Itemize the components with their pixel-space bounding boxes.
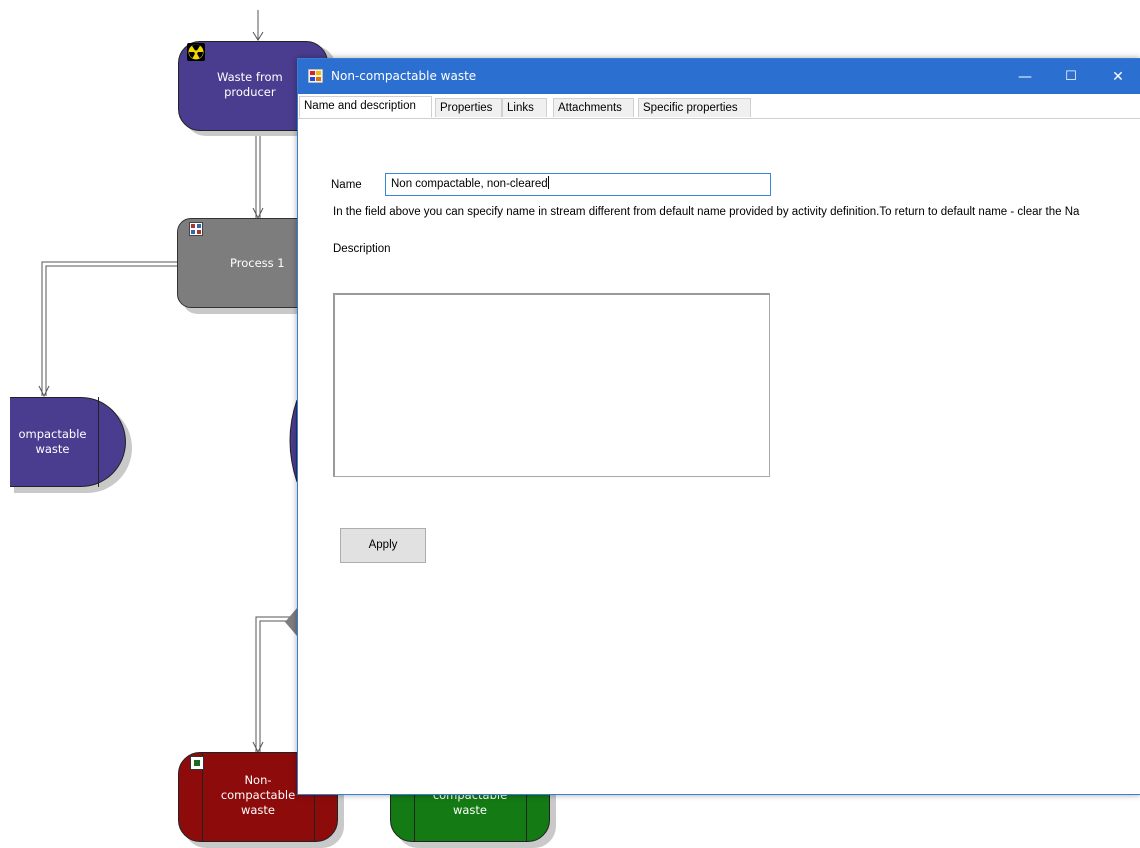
- radiation-icon: [187, 43, 205, 61]
- name-hint-text: In the field above you can specify name …: [333, 206, 1080, 218]
- node-compactable-waste[interactable]: ompactable waste: [10, 397, 126, 487]
- apply-button[interactable]: Apply: [340, 528, 426, 563]
- node-label: ompactable waste: [18, 427, 87, 456]
- dialog-titlebar[interactable]: Non-compactable waste — ☐ ✕: [298, 59, 1140, 94]
- properties-dialog[interactable]: Non-compactable waste — ☐ ✕ Name and des…: [297, 58, 1140, 795]
- minimize-button[interactable]: —: [1002, 59, 1048, 94]
- tab-bar: Name and description Properties Links At…: [298, 96, 1140, 119]
- app-icon: [307, 68, 324, 84]
- process-icon: [189, 222, 203, 236]
- node-label: Process 1: [230, 255, 285, 270]
- waste-type-icon: [190, 756, 204, 770]
- tab-properties[interactable]: Properties: [435, 98, 502, 117]
- node-label: Waste from producer: [217, 70, 283, 99]
- dialog-title: Non-compactable waste: [331, 69, 477, 83]
- description-label: Description: [333, 243, 391, 255]
- name-input-value: Non compactable, non-cleared: [391, 178, 548, 190]
- maximize-button[interactable]: ☐: [1048, 59, 1094, 94]
- tab-links[interactable]: Links: [502, 98, 547, 117]
- close-button[interactable]: ✕: [1095, 59, 1140, 94]
- name-label: Name: [331, 179, 362, 191]
- tab-name-and-description[interactable]: Name and description: [299, 96, 432, 118]
- description-textarea[interactable]: [333, 293, 770, 477]
- node-label: Non- compactable waste: [220, 772, 296, 817]
- tab-specific-properties[interactable]: Specific properties: [638, 98, 751, 117]
- tab-attachments[interactable]: Attachments: [553, 98, 634, 117]
- name-input[interactable]: Non compactable, non-cleared: [385, 173, 771, 196]
